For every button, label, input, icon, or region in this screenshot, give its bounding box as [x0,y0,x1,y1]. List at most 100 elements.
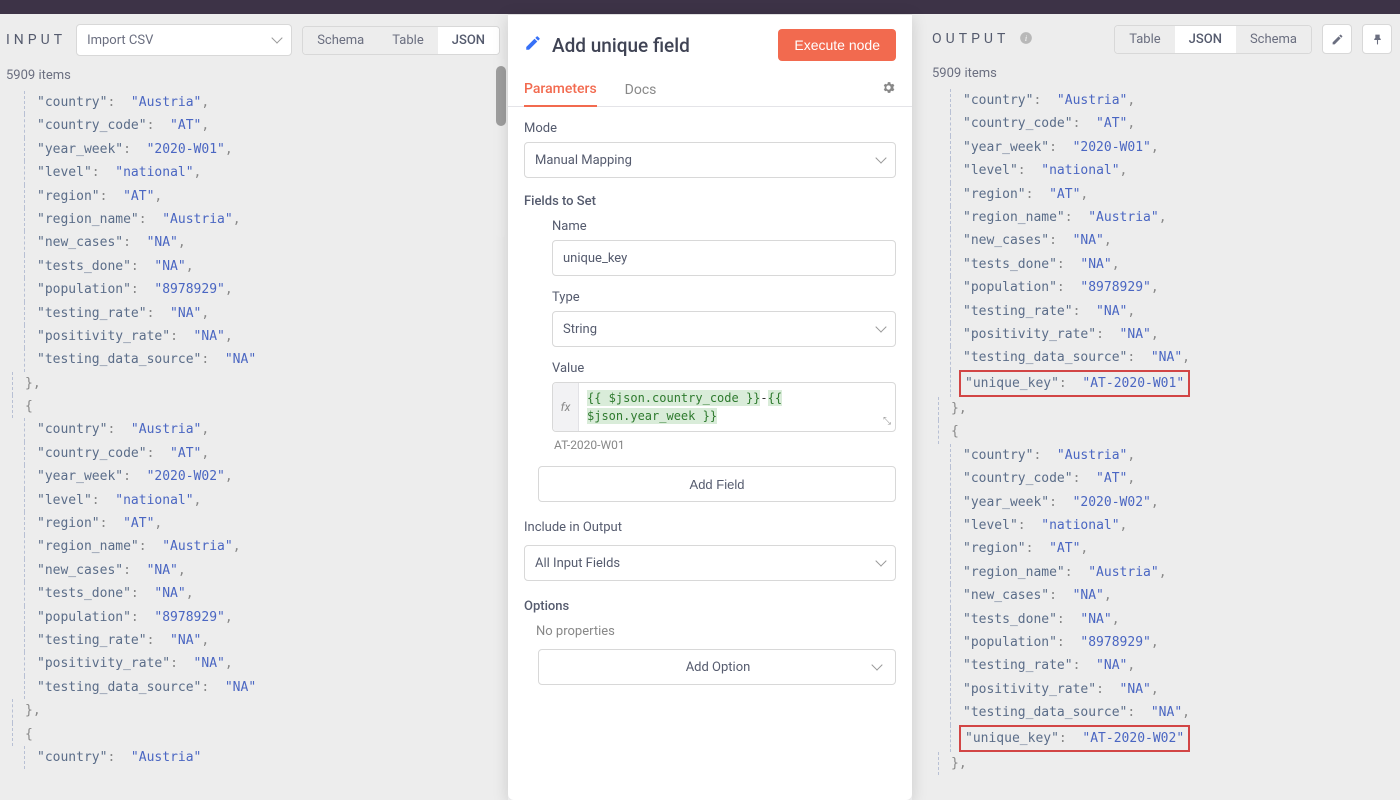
json-field-row: "country_code": "AT", [950,112,1400,135]
json-field-row: "country": "Austria", [24,91,508,114]
json-field-row: "population": "8978929", [24,606,508,629]
field-type-select[interactable]: String [552,311,896,347]
pin-output-button[interactable] [1362,24,1392,54]
input-title: INPUT [6,32,66,48]
field-value-label: Value [552,361,896,376]
field-name-value: unique_key [563,251,627,266]
json-field-row: "testing_rate": "NA", [24,629,508,652]
json-field-row: "positivity_rate": "NA", [24,652,508,675]
options-label: Options [524,599,896,614]
add-field-button[interactable]: Add Field [538,466,896,502]
json-field-row: "region": "AT", [24,512,508,535]
gear-icon[interactable] [881,80,896,99]
dialog-header: Add unique field Execute node [508,15,912,73]
tab-docs[interactable]: Docs [625,74,657,106]
edit-output-button[interactable] [1322,24,1352,54]
tab-parameters[interactable]: Parameters [524,73,597,107]
output-item-count: 5909 items [912,62,1400,85]
json-field-row: "level": "national", [950,159,1400,182]
input-node-selected: Import CSV [87,33,153,48]
scrollbar[interactable] [496,58,506,238]
json-field-row: "positivity_rate": "NA", [950,678,1400,701]
json-field-row: "testing_data_source": "NA" [24,348,508,371]
json-field-row: "level": "national", [24,161,508,184]
add-option-label: Add Option [563,660,873,675]
chevron-down-icon [272,32,283,43]
expression-code[interactable]: {{ $json.country_code }}-{{ $json.year_w… [579,383,895,431]
json-field-row: "testing_rate": "NA", [24,302,508,325]
field-name-input[interactable]: unique_key [552,240,896,276]
json-field-row: "region": "AT", [24,185,508,208]
input-header: INPUT Import CSV SchemaTableJSON [0,14,508,64]
json-field-row: "tests_done": "NA", [950,253,1400,276]
json-field-row: "new_cases": "NA", [950,584,1400,607]
mode-select[interactable]: Manual Mapping [524,142,896,178]
json-field-row: "country": "Austria", [950,444,1400,467]
view-tab-json[interactable]: JSON [1175,26,1236,53]
json-field-row: "unique_key": "AT-2020-W01" [950,370,1400,397]
chevron-down-icon [871,659,882,670]
mode-label: Mode [524,121,896,136]
mode-value: Manual Mapping [535,153,632,168]
include-label: Include in Output [524,520,896,535]
json-field-row: "testing_data_source": "NA" [24,676,508,699]
json-field-row: "year_week": "2020-W02", [950,491,1400,514]
output-title: OUTPUT [932,31,1009,47]
pencil-icon [524,34,542,57]
chevron-down-icon [875,152,886,163]
fx-icon: fx [553,383,579,431]
json-field-row: "country_code": "AT", [950,467,1400,490]
json-field-row: "region": "AT", [950,537,1400,560]
json-field-row: "year_week": "2020-W01", [950,136,1400,159]
json-field-row: "level": "national", [950,514,1400,537]
input-node-select[interactable]: Import CSV [76,24,292,56]
no-properties-text: No properties [536,624,896,639]
view-tab-schema[interactable]: Schema [1236,26,1311,53]
json-brace: { [12,723,508,746]
expression-input[interactable]: fx {{ $json.country_code }}-{{ $json.yea… [552,382,896,432]
scrollbar-thumb[interactable] [496,66,506,126]
json-field-row: "region_name": "Austria", [950,206,1400,229]
view-tab-table[interactable]: Table [1115,26,1174,53]
json-field-row: "unique_key": "AT-2020-W02" [950,725,1400,752]
field-type-value: String [563,322,597,337]
json-field-row: "tests_done": "NA", [24,582,508,605]
json-brace: { [12,395,508,418]
field-name-label: Name [552,219,896,234]
json-field-row: "level": "national", [24,489,508,512]
view-tab-table[interactable]: Table [378,27,437,54]
expr-separator: - [760,391,767,405]
output-panel: OUTPUT i TableJSONSchema 5909 items "cou… [912,14,1400,800]
json-field-row: "testing_rate": "NA", [950,654,1400,677]
dialog-tabs: Parameters Docs [508,73,912,107]
json-field-row: "testing_data_source": "NA", [950,701,1400,724]
execute-node-button[interactable]: Execute node [778,29,896,61]
json-brace: }, [938,752,1400,775]
add-option-button[interactable]: Add Option [538,649,896,685]
info-icon[interactable]: i [1019,31,1033,48]
output-json-view[interactable]: "country": "Austria","country_code": "AT… [912,85,1400,800]
json-field-row: "testing_data_source": "NA", [950,346,1400,369]
include-select[interactable]: All Input Fields [524,545,896,581]
view-tab-schema[interactable]: Schema [303,27,378,54]
expand-icon[interactable]: ⤡ [883,416,891,427]
json-field-row: "year_week": "2020-W02", [24,465,508,488]
json-field-row: "year_week": "2020-W01", [24,138,508,161]
json-field-row: "country_code": "AT", [24,114,508,137]
json-field-row: "new_cases": "NA", [24,559,508,582]
node-config-dialog: Add unique field Execute node Parameters… [508,14,912,800]
input-item-count: 5909 items [0,64,508,87]
json-field-row: "country": "Austria", [950,89,1400,112]
json-field-row: "tests_done": "NA", [24,255,508,278]
output-view-tabs: TableJSONSchema [1114,25,1312,54]
window-top-bar [0,0,1400,14]
fields-to-set-label: Fields to Set [524,194,896,209]
chevron-down-icon [875,321,886,332]
json-field-row: "country": "Austria" [24,746,508,769]
view-tab-json[interactable]: JSON [438,27,499,54]
json-brace: }, [12,372,508,395]
json-field-row: "country": "Austria", [24,418,508,441]
json-field-row: "region": "AT", [950,183,1400,206]
include-value: All Input Fields [535,556,620,571]
input-json-view[interactable]: "country": "Austria","country_code": "AT… [0,87,508,800]
